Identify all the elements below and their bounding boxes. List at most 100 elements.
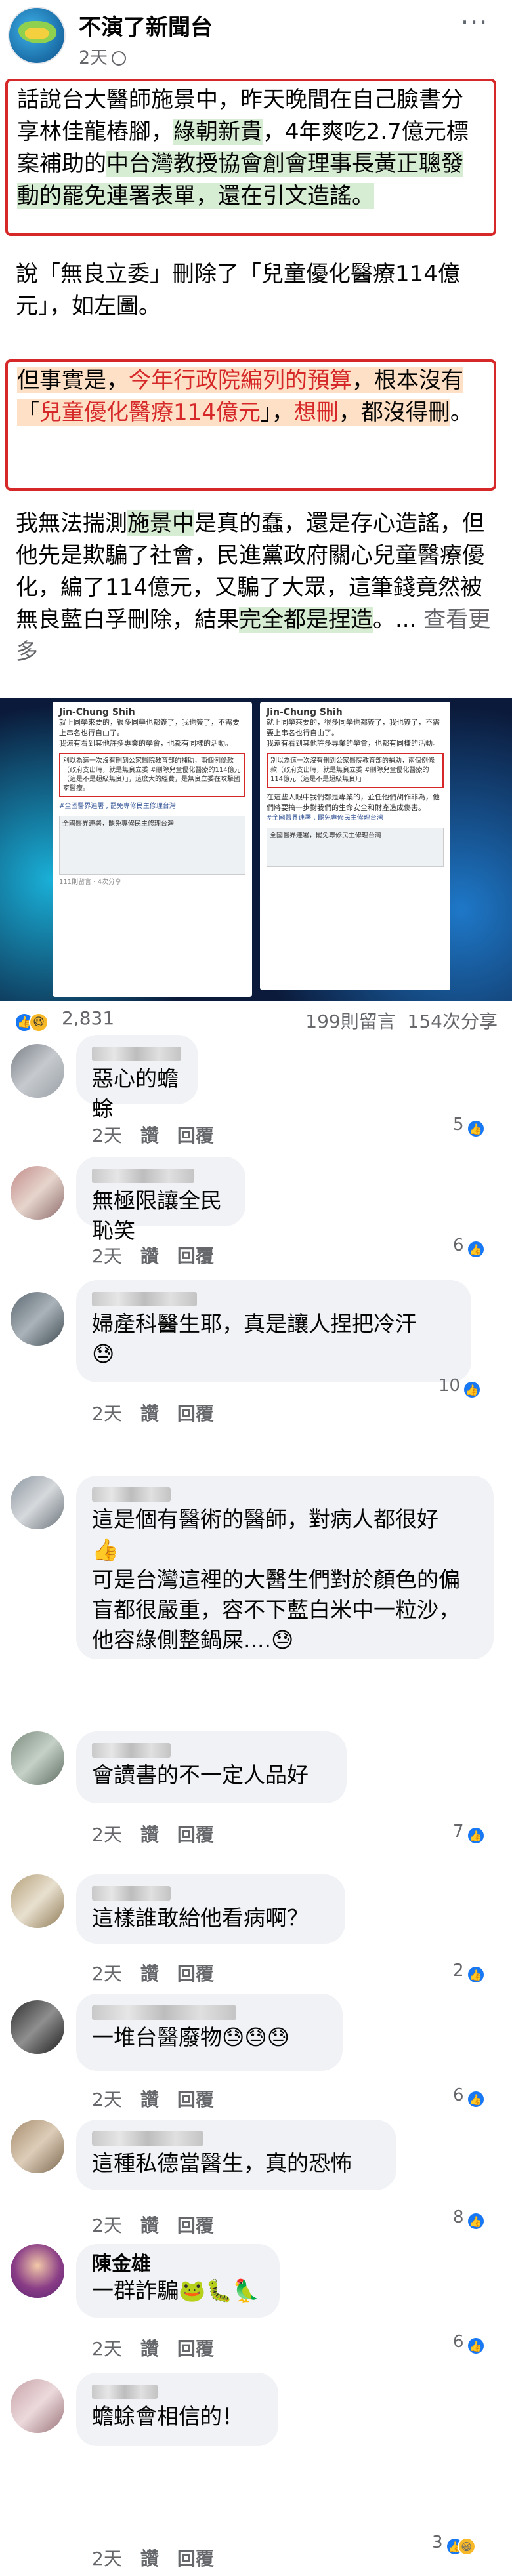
highlight-box-1: 話說台大醫師施景中，昨天晚間在自己臉書分享林佳龍樁腳，綠朝新貴，4年爽吃2.7億…	[5, 79, 496, 236]
comment-reactions[interactable]: 10 👍	[438, 1376, 482, 1399]
comment-reactions[interactable]: 6 👍	[453, 1236, 485, 1258]
comment-time[interactable]: 2天	[92, 1403, 122, 1424]
reaction-count: 6	[453, 1236, 464, 1255]
reaction-count: 10	[438, 1376, 461, 1396]
text-segment: 。...	[373, 607, 417, 633]
avatar[interactable]	[11, 1166, 64, 1220]
comment-bubble: 婦產科醫生耶，真是讓人捏把冷汗 😓	[76, 1280, 471, 1382]
commenter-name-blurred[interactable]	[92, 1169, 194, 1183]
reaction-count: 8	[453, 2207, 464, 2227]
commenter-name-blurred[interactable]	[92, 1886, 171, 1901]
post-time-text[interactable]: 2天	[79, 48, 108, 68]
commenter-name-blurred[interactable]	[92, 1487, 171, 1502]
comment-actions: 2天讚回覆	[92, 1821, 232, 1847]
post-header: 不演了新聞台 2天 ···	[0, 0, 512, 73]
post-image[interactable]: Jin-Chung Shih 就上同學來要的，很多同學也都簽了，我也簽了，不需要…	[0, 698, 512, 1001]
reply-button[interactable]: 回覆	[177, 2338, 214, 2360]
comment-time[interactable]: 2天	[92, 2338, 122, 2360]
comment-time[interactable]: 2天	[92, 2215, 122, 2236]
avatar[interactable]	[11, 1476, 64, 1529]
comment-bubble: 無極限讓全民恥笑	[76, 1157, 245, 1243]
comment-reactions[interactable]: 8 👍	[453, 2207, 485, 2230]
post-paragraph-3: 但事實是，今年行政院編列的預算，根本沒有「兒童優化醫療114億元」，想刪，都沒得…	[8, 362, 494, 432]
like-button[interactable]: 讚	[140, 2089, 159, 2110]
like-button[interactable]: 讚	[140, 2338, 159, 2360]
commenter-name-blurred[interactable]	[92, 1292, 197, 1306]
more-options-icon[interactable]: ···	[461, 8, 488, 37]
highlight-box-2: 但事實是，今年行政院編列的預算，根本沒有「兒童優化醫療114億元」，想刪，都沒得…	[5, 359, 496, 491]
like-button[interactable]: 讚	[140, 2215, 159, 2236]
like-button[interactable]: 讚	[140, 1245, 159, 1267]
comment-time[interactable]: 2天	[92, 1245, 122, 1267]
reply-button[interactable]: 回覆	[177, 1245, 214, 1267]
card-highlight-box: 別以為這一次沒有刪到公家醫院教育部的補助，兩個例條款（政府支出時，就是無良立委 …	[59, 753, 245, 797]
avatar[interactable]	[11, 2000, 64, 2054]
comment-bubble: 陳金雄 一群詐騙🐸🐛🦜	[76, 2244, 280, 2318]
commenter-name-blurred[interactable]	[92, 1743, 171, 1758]
like-button[interactable]: 讚	[140, 1403, 159, 1424]
like-button[interactable]: 讚	[140, 1963, 159, 1984]
comment-reactions[interactable]: 6 👍	[453, 2332, 485, 2355]
like-icon: 👍	[463, 1380, 482, 1399]
comment-emoji: 😓	[92, 1341, 115, 1367]
avatar[interactable]	[11, 1731, 64, 1785]
comment-text: 這種私德當醫生，真的恐怖	[92, 2150, 352, 2176]
comment-count[interactable]: 199則留言	[305, 1011, 395, 1032]
comment-reactions[interactable]: 3 👍😆	[432, 2533, 476, 2556]
like-button[interactable]: 讚	[140, 1125, 159, 1146]
avatar[interactable]	[11, 1044, 64, 1098]
comment-actions: 2天讚回覆	[92, 1960, 232, 1986]
avatar[interactable]	[11, 2120, 64, 2173]
page-avatar[interactable]	[8, 7, 66, 64]
comment-text-continued: 可是台灣這裡的大醫生們對於顏色的偏盲都很嚴重，容不下藍白米中一粒沙，他容綠側整鍋…	[92, 1567, 460, 1653]
reaction-count: 7	[453, 1822, 464, 1841]
comment-text: 無極限讓全民恥笑	[92, 1188, 222, 1243]
comment-reactions[interactable]: 2 👍	[453, 1961, 485, 1984]
commenter-name-blurred[interactable]	[92, 2385, 158, 2399]
page-name[interactable]: 不演了新聞台	[79, 9, 213, 41]
comment-time[interactable]: 2天	[92, 2548, 122, 2569]
reaction-count: 6	[453, 2085, 464, 2105]
comment-time[interactable]: 2天	[92, 1963, 122, 1984]
like-icon: 👍	[466, 2212, 485, 2230]
comment-time[interactable]: 2天	[92, 1125, 122, 1146]
like-button[interactable]: 讚	[140, 1824, 159, 1845]
text-segment: 。	[450, 399, 473, 426]
comment-reactions[interactable]: 6 👍	[453, 2085, 485, 2108]
reaction-icons[interactable]: 👍 😆	[14, 1009, 49, 1032]
comment-reactions[interactable]: 5 👍	[453, 1115, 485, 1138]
reply-button[interactable]: 回覆	[177, 1824, 214, 1845]
reply-button[interactable]: 回覆	[177, 2215, 214, 2236]
commenter-name-blurred[interactable]	[92, 2005, 236, 2020]
comment-time[interactable]: 2天	[92, 1824, 122, 1845]
commenter-name-blurred[interactable]	[92, 1047, 181, 1061]
avatar[interactable]	[11, 1874, 64, 1928]
post-paragraph-4: 我無法揣測施景中是真的蠢，還是存心造謠，但他先是欺騙了社會，民進黨政府關心兒童醫…	[16, 508, 495, 668]
comment-text: 一堆台醫廢物😓😓😓	[92, 2024, 290, 2050]
comment-actions: 2天讚回覆	[92, 1399, 232, 1426]
commenter-name-blurred[interactable]	[92, 2131, 203, 2146]
avatar[interactable]	[11, 2244, 64, 2298]
like-icon: 👍	[466, 1119, 485, 1138]
reply-button[interactable]: 回覆	[177, 1403, 214, 1424]
avatar[interactable]	[11, 1292, 64, 1346]
comment-text: 這樣誰敢給他看病啊？	[92, 1905, 309, 1931]
comment-time[interactable]: 2天	[92, 2089, 122, 2110]
text-segment-highlight: ，都沒得刪	[338, 399, 450, 426]
reply-button[interactable]: 回覆	[177, 2548, 214, 2569]
like-button[interactable]: 讚	[140, 2548, 159, 2569]
reply-button[interactable]: 回覆	[177, 2089, 214, 2110]
reply-button[interactable]: 回覆	[177, 1963, 214, 1984]
avatar[interactable]	[11, 2379, 64, 2433]
reply-button[interactable]: 回覆	[177, 1125, 214, 1146]
text-segment-highlight: 兒童優化醫療114億元	[39, 399, 261, 426]
commenter-name[interactable]: 陳金雄	[92, 2253, 264, 2276]
card-author: Jin-Chung Shih	[59, 707, 135, 717]
reaction-count[interactable]: 2,831	[62, 1007, 114, 1029]
comment-share-counts: 199則留言 154次分享	[305, 1007, 498, 1034]
card-link: #全國醫界連署 , 罷免專修民主修理台灣	[59, 803, 176, 810]
post-timestamp[interactable]: 2天	[79, 43, 127, 69]
comment-reactions[interactable]: 7 👍	[453, 1822, 485, 1845]
text-segment-highlight: 但事實是，	[17, 367, 129, 393]
share-count[interactable]: 154次分享	[408, 1011, 498, 1032]
